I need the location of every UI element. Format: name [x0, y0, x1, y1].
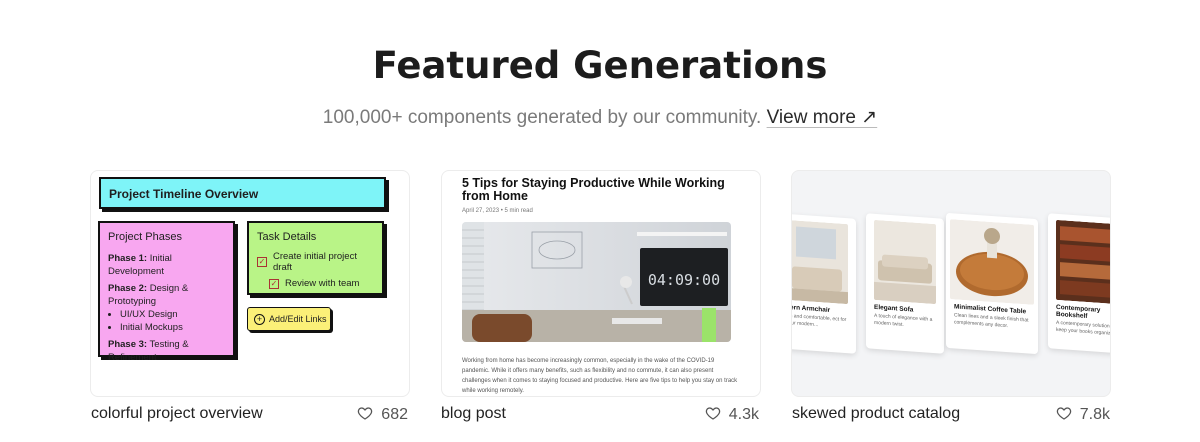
svg-text:04:09:00: 04:09:00 [648, 271, 720, 289]
card-caption[interactable]: blog post [441, 405, 506, 423]
phase-1: Phase 1: Initial Development [108, 253, 172, 277]
phases-title: Project Phases [108, 231, 182, 243]
product-card: Contemporary Bookshelf A contemporary so… [1048, 213, 1111, 354]
product-image-armchair [792, 219, 848, 305]
product-card: dern Armchair ish and comfortable, ect f… [792, 213, 856, 354]
phase-3: Phase 3: Testing & Refinement [108, 339, 189, 363]
heart-icon [358, 407, 373, 420]
preview-blog-date: April 27, 2023 • 5 min read [462, 208, 533, 214]
task-item: ✓ Create initial project draft [257, 251, 357, 273]
add-edit-links-button: + Add/Edit Links [247, 307, 331, 331]
preview-blog-image: 04:09:00 [462, 222, 731, 342]
page-title: Featured Generations [372, 44, 828, 87]
product-card: Elegant Sofa A touch of elegance with a … [866, 213, 944, 354]
preview-blog-title: 5 Tips for Staying Productive While Work… [462, 176, 725, 203]
product-card: Minimalist Coffee Table Clean lines and … [946, 212, 1038, 355]
list-item: UI/UX Design [120, 308, 225, 321]
tasks-title: Task Details [257, 231, 317, 243]
task-item: ✓ Review with team [269, 278, 360, 289]
list-item: Initial Mockups [120, 321, 225, 334]
product-image-bookshelf [1056, 219, 1110, 305]
phase-2: Phase 2: Design & Prototyping [108, 283, 189, 307]
subtitle-text: 100,000+ components generated by our com… [322, 107, 762, 128]
preview-tasks-panel: Task Details ✓ Create initial project dr… [247, 221, 384, 295]
product-image-sofa [874, 219, 936, 305]
checkbox-checked-icon: ✓ [269, 278, 279, 289]
preview-blog-body: Working from home has become increasingl… [462, 358, 738, 394]
card-caption[interactable]: colorful project overview [91, 405, 263, 423]
generation-card-blog-post[interactable]: 5 Tips for Staying Productive While Work… [441, 170, 761, 397]
heart-icon [1056, 407, 1071, 420]
generation-card-project-overview[interactable]: Project Timeline Overview Project Phases… [90, 170, 410, 397]
preview-timeline-header: Project Timeline Overview [99, 177, 386, 209]
phase-2-list: UI/UX Design Initial Mockups [120, 308, 225, 334]
plus-circle-icon: + [254, 313, 265, 325]
page-subtitle: 100,000+ components generated by our com… [0, 106, 1200, 129]
checkbox-checked-icon: ✓ [257, 257, 267, 267]
like-count[interactable]: 7.8k [1020, 405, 1110, 424]
product-image-coffee-table [950, 219, 1034, 305]
generation-card-product-catalog[interactable]: dern Armchair ish and comfortable, ect f… [791, 170, 1111, 397]
preview-phases-panel: Project Phases Phase 1: Initial Developm… [98, 221, 235, 363]
heart-icon [705, 407, 720, 420]
view-more-link[interactable]: View more ↗ [767, 107, 878, 128]
product-desc: A contemporary solution keep your books … [1056, 319, 1111, 337]
like-count[interactable]: 682 [318, 405, 408, 424]
like-count[interactable]: 4.3k [669, 405, 759, 424]
card-caption[interactable]: skewed product catalog [792, 405, 960, 423]
